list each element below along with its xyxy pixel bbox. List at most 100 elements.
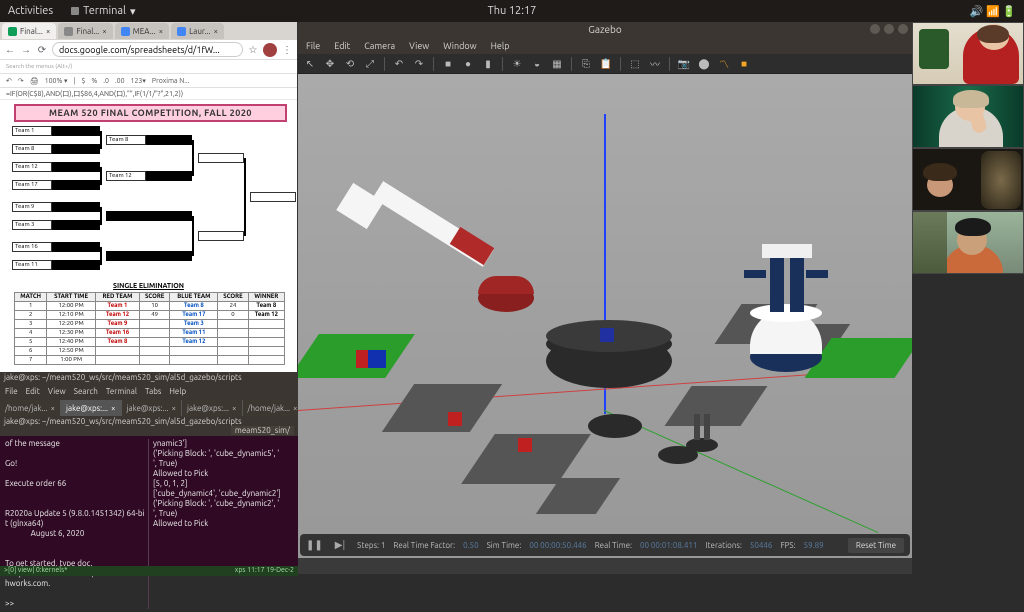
menu-item[interactable]: Help — [491, 41, 510, 51]
menu-item[interactable]: Tabs — [145, 387, 161, 399]
translate-icon[interactable]: ✥ — [322, 56, 338, 72]
terminal-path: jake@xps: ~/meam520_ws/src/meam520_sim/a… — [0, 416, 298, 436]
terminal-tabs: /home/jak... ×jake@xps:... ×jake@xps:...… — [0, 400, 298, 416]
menu-icon[interactable]: ⋮ — [281, 44, 293, 56]
scale-icon[interactable]: ⤢ — [362, 56, 378, 72]
terminal-body[interactable]: of the message Go! Execute order 66 R202… — [0, 436, 298, 612]
activities-button[interactable]: Activities — [8, 5, 53, 17]
app-indicator[interactable]: Terminal ▾ — [71, 5, 135, 18]
light-dir-icon[interactable]: ▦ — [549, 56, 565, 72]
table-row[interactable]: 512:40 PMTeam 8Team 12 — [15, 338, 285, 347]
browser-tab-strip: Final...× Final...× MEA...× Laur...× — [0, 22, 297, 40]
redo-icon[interactable]: ↷ — [411, 56, 427, 72]
search-menus[interactable]: Search the menus (Alt+/) — [6, 63, 72, 70]
table-row[interactable]: 71:00 PM — [15, 356, 285, 365]
url-input[interactable] — [52, 42, 243, 57]
terminal-tab[interactable]: jake@xps:... × — [122, 400, 183, 416]
terminal-menu[interactable]: File Edit View Search Terminal Tabs Help — [0, 386, 298, 400]
rotate-icon[interactable]: ⟲ — [342, 56, 358, 72]
browser-tab[interactable]: Final...× — [2, 23, 56, 39]
terminal-title: jake@xps: ~/meam520_ws/src/meam520_sim/a… — [0, 372, 298, 386]
gazebo-menu[interactable]: File Edit Camera View Window Help — [298, 38, 912, 54]
robot-blue — [746, 254, 826, 374]
reset-time-button[interactable]: Reset Time — [848, 538, 904, 553]
sheets-format-toolbar[interactable]: ↶↷🖨 100% ▾| $% .0.00 123▾Proxima N... — [0, 74, 297, 88]
table-row[interactable]: 312:20 PMTeam 9Team 3 — [15, 320, 285, 329]
menu-item[interactable]: Window — [443, 41, 476, 51]
plot-icon[interactable]: 〽 — [716, 56, 732, 72]
menu-item[interactable]: Edit — [334, 41, 350, 51]
robot-red — [458, 254, 528, 304]
gazebo-window: Gazebo File Edit Camera View Window Help ↖ ✥ … — [298, 22, 912, 574]
gazebo-toolbar[interactable]: ↖ ✥ ⟲ ⤢ ↶ ↷ ■ ● ▮ ☀ ◒ ▦ ⎘ 📋 ⬚ 〰 📷 ⬤ 〽 ■ — [298, 54, 912, 74]
table-row[interactable]: 112:00 PMTeam 110Team 824Team 8 — [15, 302, 285, 311]
matches-table[interactable]: MATCHSTART TIMERED TEAMSCOREBLUE TEAMSCO… — [14, 292, 285, 365]
sheet-title: MEAM 520 FINAL COMPETITION, FALL 2020 — [14, 104, 287, 122]
pause-icon[interactable]: ❚❚ — [306, 539, 323, 551]
star-icon[interactable]: ☆ — [247, 44, 259, 56]
browser-tab[interactable]: Final...× — [58, 23, 112, 39]
clock[interactable]: Thu 12:17 — [488, 5, 537, 17]
record-icon[interactable]: ■ — [736, 56, 752, 72]
paste-icon[interactable]: 📋 — [598, 56, 614, 72]
close-icon[interactable] — [898, 24, 908, 34]
terminal-tab[interactable]: /home/jak... × — [0, 400, 61, 416]
browser-tab[interactable]: MEA...× — [115, 23, 169, 39]
terminal-tab[interactable]: jake@xps:... × — [182, 400, 243, 416]
video-feed[interactable] — [912, 22, 1024, 85]
table-row[interactable]: 412:30 PMTeam 16Team 11 — [15, 329, 285, 338]
system-topbar: Activities Terminal ▾ Thu 12:17 🔊 📶 🔋 — [0, 0, 1024, 22]
menu-item[interactable]: Camera — [364, 41, 395, 51]
box-icon[interactable]: ■ — [440, 56, 456, 72]
screenshot-icon[interactable]: 📷 — [676, 56, 692, 72]
menu-item[interactable]: Help — [169, 387, 186, 399]
formula-bar[interactable]: =IF(OR(C$8),AND(口),口$86,4,AND(口),"",IF(1… — [0, 88, 297, 100]
terminal-window: jake@xps: ~/meam520_ws/src/meam520_sim/a… — [0, 372, 298, 576]
measure-icon[interactable]: 〰 — [647, 56, 663, 72]
browser-tab[interactable]: Laur...× — [171, 23, 224, 39]
sheets-toolbar: Search the menus (Alt+/) — [0, 60, 297, 74]
browser-urlbar: ← → ⟳ ☆ ⋮ — [0, 40, 297, 60]
reload-icon[interactable]: ⟳ — [36, 44, 48, 56]
log-icon[interactable]: ⬤ — [696, 56, 712, 72]
system-tray[interactable]: 🔊 📶 🔋 — [970, 5, 1016, 18]
video-feed[interactable] — [912, 85, 1024, 148]
gazebo-titlebar: Gazebo — [298, 22, 912, 38]
minimize-icon[interactable] — [870, 24, 880, 34]
profile-avatar[interactable] — [263, 43, 277, 57]
spreadsheet-body[interactable]: MEAM 520 FINAL COMPETITION, FALL 2020 Te… — [0, 100, 297, 376]
bracket-diagram: Team 1 Team 8 Team 12 Team 17 Team 9 Tea… — [12, 126, 293, 280]
terminal-tab[interactable]: /home/jak... × — [243, 400, 304, 416]
sphere-icon[interactable]: ● — [460, 56, 476, 72]
video-feeds — [912, 22, 1024, 576]
menu-item[interactable]: View — [409, 41, 429, 51]
browser-window: Final...× Final...× MEA...× Laur...× ← →… — [0, 22, 298, 372]
steps-label: Steps: 1 — [357, 541, 385, 550]
cylinder-icon[interactable]: ▮ — [480, 56, 496, 72]
light-spot-icon[interactable]: ◒ — [529, 56, 545, 72]
menu-item[interactable]: File — [306, 41, 320, 51]
bracket-subtitle: SINGLE ELIMINATION — [0, 282, 297, 290]
menu-item[interactable]: View — [48, 387, 66, 399]
gazebo-viewport[interactable]: ❚❚ ▶| Steps: 1 Real Time Factor:0.50 Sim… — [298, 74, 912, 558]
maximize-icon[interactable] — [884, 24, 894, 34]
terminal-status-bar: >[0] view| 0:kernels*xps 11:17 19-Dec-2 — [0, 566, 298, 576]
menu-item[interactable]: Search — [74, 387, 98, 399]
step-icon[interactable]: ▶| — [335, 539, 345, 551]
back-icon[interactable]: ← — [4, 44, 16, 56]
table-row[interactable]: 612:50 PM — [15, 347, 285, 356]
terminal-tab[interactable]: jake@xps:... × — [61, 400, 122, 416]
copy-icon[interactable]: ⎘ — [578, 56, 594, 72]
snap-icon[interactable]: ⬚ — [627, 56, 643, 72]
gazebo-status-bar: ❚❚ ▶| Steps: 1 Real Time Factor:0.50 Sim… — [300, 534, 910, 556]
video-feed[interactable] — [912, 211, 1024, 274]
forward-icon[interactable]: → — [20, 44, 32, 56]
menu-item[interactable]: Edit — [26, 387, 40, 399]
select-icon[interactable]: ↖ — [302, 56, 318, 72]
menu-item[interactable]: Terminal — [106, 387, 137, 399]
menu-item[interactable]: File — [5, 387, 18, 399]
table-row[interactable]: 212:10 PMTeam 1249Team 170Team 12 — [15, 311, 285, 320]
undo-icon[interactable]: ↶ — [391, 56, 407, 72]
light-point-icon[interactable]: ☀ — [509, 56, 525, 72]
video-feed[interactable] — [912, 148, 1024, 211]
